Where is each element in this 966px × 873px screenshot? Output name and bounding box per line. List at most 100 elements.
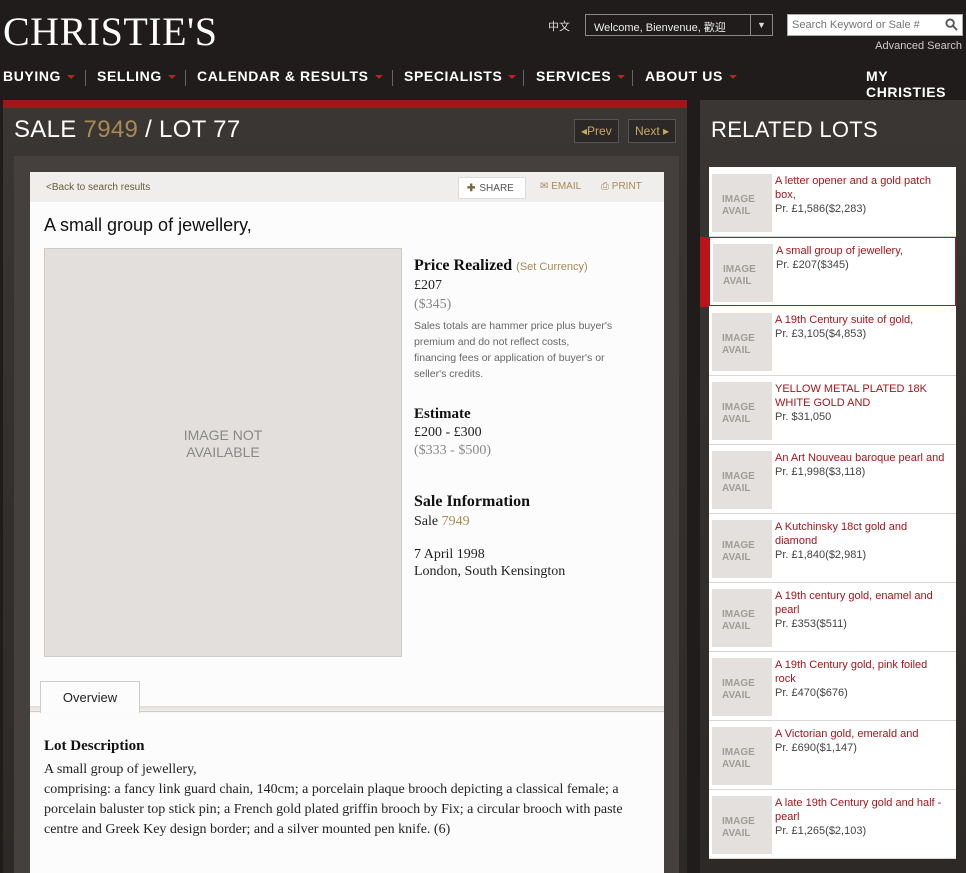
related-lot-price: Pr. $31,050 — [775, 411, 832, 423]
advanced-search-link[interactable]: Advanced Search — [875, 40, 962, 52]
thumb-text-line-2: AVAIL — [722, 828, 751, 839]
related-lot-thumbnail[interactable]: IMAGE AVAIL — [712, 313, 772, 371]
main-nav: BUYING SELLING CALENDAR & RESULTS SPECIA… — [0, 62, 966, 100]
related-lot-title[interactable]: A Victorian gold, emerald and — [775, 727, 947, 741]
nav-about-us[interactable]: ABOUT US — [645, 68, 737, 84]
nav-divider — [185, 70, 186, 86]
thumb-text-line-2: AVAIL — [722, 414, 751, 425]
related-lot-title[interactable]: A 19th century gold, enamel and pearl — [775, 589, 947, 617]
related-lot-title[interactable]: A 19th Century gold, pink foiled rock — [775, 658, 947, 686]
dropdown-arrow-icon — [617, 75, 626, 80]
nav-divider — [85, 70, 86, 86]
active-item-marker — [700, 237, 709, 307]
thumb-text-line-1: IMAGE — [722, 540, 755, 551]
thumb-text-line-2: AVAIL — [722, 621, 751, 632]
related-lot-price: Pr. £470($676) — [775, 687, 848, 699]
thumb-text-line-1: IMAGE — [722, 609, 755, 620]
nav-calendar-results[interactable]: CALENDAR & RESULTS — [197, 68, 383, 84]
thumb-text-line-1: IMAGE — [722, 816, 755, 827]
nav-services[interactable]: SERVICES — [536, 68, 626, 84]
chevron-down-icon[interactable]: ▼ — [750, 15, 772, 35]
sale-location: London, South Kensington — [414, 564, 566, 579]
sale-prefix: Sale — [414, 514, 439, 529]
print-label: PRINT — [611, 181, 642, 192]
accent-bar — [3, 100, 687, 108]
related-lot-info: A small group of jewellery, Pr. £207($345… — [776, 244, 948, 272]
related-lot-item[interactable]: IMAGE AVAIL A Kutchinsky 18ct gold and dia… — [709, 514, 956, 583]
related-lot-thumbnail[interactable]: IMAGE AVAIL — [712, 796, 772, 854]
image-na-line-1: IMAGE NOT — [183, 427, 263, 443]
thumb-text-line-1: IMAGE — [722, 333, 755, 344]
related-lot-item[interactable]: IMAGE AVAIL A small group of jewellery, Pr.… — [709, 237, 956, 306]
price-realized-usd: ($345) — [414, 297, 452, 312]
share-button[interactable]: ✚ SHARE — [458, 177, 526, 199]
next-arrow-icon: ▸ — [663, 124, 670, 138]
related-lot-info: YELLOW METAL PLATED 18K WHITE GOLD AND Pr… — [775, 382, 947, 424]
related-lot-item[interactable]: IMAGE AVAIL YELLOW METAL PLATED 18K WHITE … — [709, 376, 956, 445]
related-lot-thumbnail[interactable]: IMAGE AVAIL — [712, 658, 772, 716]
nav-specialists[interactable]: SPECIALISTS — [404, 68, 517, 84]
related-lot-info: An Art Nouveau baroque pearl and Pr. £1,9… — [775, 451, 947, 479]
related-lot-title[interactable]: A small group of jewellery, — [776, 244, 948, 258]
related-lot-item[interactable]: IMAGE AVAIL A 19th century gold, enamel an… — [709, 583, 956, 652]
price-realized-label: Price Realized — [414, 257, 513, 274]
related-lot-title[interactable]: A Kutchinsky 18ct gold and diamond — [775, 520, 947, 548]
thumb-text-line-1: IMAGE — [722, 471, 755, 482]
search-input[interactable] — [788, 15, 938, 35]
related-lot-title[interactable]: YELLOW METAL PLATED 18K WHITE GOLD AND — [775, 382, 947, 410]
estimate-usd: ($333 - $500) — [414, 443, 491, 458]
related-lot-item[interactable]: IMAGE AVAIL An Art Nouveau baroque pearl a… — [709, 445, 956, 514]
related-lot-thumbnail[interactable]: IMAGE AVAIL — [712, 174, 772, 232]
related-lot-title[interactable]: A 19th Century suite of gold, — [775, 313, 947, 327]
price-realized-gbp: £207 — [414, 278, 442, 293]
related-lot-thumbnail[interactable]: IMAGE AVAIL — [712, 382, 772, 440]
nav-selling[interactable]: SELLING — [97, 68, 176, 84]
related-lot-item[interactable]: IMAGE AVAIL A 19th Century suite of gold, P… — [709, 307, 956, 376]
related-lot-title[interactable]: An Art Nouveau baroque pearl and — [775, 451, 947, 465]
email-button[interactable]: ✉ EMAIL — [540, 181, 581, 192]
thumbnail-placeholder-text: IMAGE AVAIL — [722, 816, 755, 840]
related-lot-item[interactable]: IMAGE AVAIL A letter opener and a gold pat… — [709, 168, 956, 237]
related-lot-thumbnail[interactable]: IMAGE AVAIL — [712, 451, 772, 509]
search-icon[interactable] — [945, 18, 958, 31]
set-currency-link[interactable]: (Set Currency) — [516, 261, 588, 273]
welcome-dropdown[interactable]: Welcome, Bienvenue, 歡迎 ▼ — [585, 14, 773, 36]
thumbnail-placeholder-text: IMAGE AVAIL — [722, 333, 755, 357]
tab-overview[interactable]: Overview — [40, 681, 140, 713]
related-lot-item[interactable]: IMAGE AVAIL A late 19th Century gold and h… — [709, 790, 956, 859]
related-lot-price: Pr. £353($511) — [775, 618, 847, 630]
related-lot-info: A Victorian gold, emerald and Pr. £690($1… — [775, 727, 947, 755]
prev-button[interactable]: ◂Prev — [574, 119, 619, 143]
nav-buying-label: BUYING — [3, 68, 62, 84]
search-box — [787, 14, 963, 36]
related-lot-price: Pr. £1,265($2,103) — [775, 825, 867, 837]
sale-link[interactable]: 7949 — [442, 514, 470, 529]
related-lot-thumbnail[interactable]: IMAGE AVAIL — [713, 244, 773, 302]
back-to-results-link[interactable]: <Back to search results — [46, 182, 150, 193]
dropdown-arrow-icon — [508, 75, 517, 80]
related-lot-title[interactable]: A letter opener and a gold patch box, — [775, 174, 947, 202]
related-lot-item[interactable]: IMAGE AVAIL A 19th Century gold, pink foil… — [709, 652, 956, 721]
print-button[interactable]: ⎙ PRINT — [601, 181, 642, 192]
email-label: EMAIL — [551, 181, 582, 192]
sale-information-heading: Sale Information — [414, 493, 530, 510]
related-lot-thumbnail[interactable]: IMAGE AVAIL — [712, 520, 772, 578]
related-lot-thumbnail[interactable]: IMAGE AVAIL — [712, 589, 772, 647]
nav-buying[interactable]: BUYING — [3, 68, 76, 84]
related-lot-item[interactable]: IMAGE AVAIL A Victorian gold, emerald and P… — [709, 721, 956, 790]
lot-title: A small group of jewellery, — [44, 215, 252, 235]
nav-selling-label: SELLING — [97, 68, 162, 84]
price-note: Sales totals are hammer price plus buyer… — [414, 320, 613, 380]
related-lot-price: Pr. £207($345) — [776, 259, 849, 271]
nav-my-christies[interactable]: MY CHRISTIES — [866, 68, 966, 100]
sale-number[interactable]: 7949 — [84, 116, 139, 143]
related-lot-thumbnail[interactable]: IMAGE AVAIL — [712, 727, 772, 785]
christies-logo[interactable]: CHRISTIE'S — [3, 8, 217, 55]
dropdown-arrow-icon — [374, 75, 383, 80]
next-button[interactable]: Next ▸ — [628, 119, 677, 143]
language-link[interactable]: 中文 — [548, 18, 570, 34]
related-lot-title[interactable]: A late 19th Century gold and half -pearl — [775, 796, 947, 824]
image-not-available-text: IMAGE NOT AVAILABLE — [45, 427, 401, 461]
envelope-icon: ✉ — [540, 181, 549, 192]
related-lot-info: A Kutchinsky 18ct gold and diamond Pr. £1… — [775, 520, 947, 562]
